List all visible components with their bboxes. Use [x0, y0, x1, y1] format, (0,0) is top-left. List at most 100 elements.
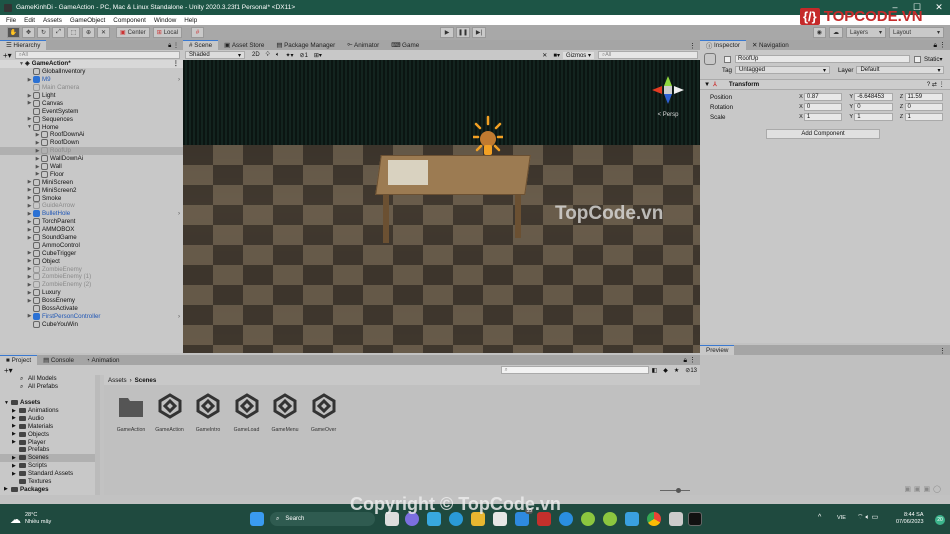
weather-icon[interactable]: ☁	[10, 513, 21, 526]
breadcrumb-assets[interactable]: Assets	[108, 377, 127, 384]
hierarchy-item[interactable]: ▶ RoofDownAi	[0, 131, 183, 139]
project-tree-item[interactable]: Textures	[0, 478, 100, 486]
object-name-input[interactable]: RoofUp	[735, 55, 910, 63]
tree-scrollbar[interactable]	[95, 375, 100, 495]
tab-project[interactable]: ■ Project	[0, 355, 38, 365]
pause-button[interactable]: ❚❚	[456, 27, 470, 38]
tray-chevron-icon[interactable]: ^	[818, 514, 821, 521]
scale-x-input[interactable]: 1	[803, 113, 843, 121]
app-green-icon[interactable]	[581, 512, 595, 526]
hierarchy-item[interactable]: ▶ CubeTrigger	[0, 249, 183, 257]
hierarchy-item[interactable]: ▶ Smoke	[0, 194, 183, 202]
preview-menu-icon[interactable]: ⋮	[935, 347, 950, 355]
expand-arrow-icon[interactable]: ▶	[12, 439, 19, 445]
expand-arrow-icon[interactable]: ▶	[26, 77, 33, 83]
menu-window[interactable]: Window	[154, 17, 176, 24]
close-button[interactable]: ✕	[928, 0, 950, 15]
expand-arrow-icon[interactable]: ▶	[26, 290, 33, 296]
shading-dropdown[interactable]: Shaded ▾	[185, 51, 245, 59]
move-tool-icon[interactable]: ✥	[22, 27, 35, 38]
favorites-icon[interactable]: ★	[671, 367, 682, 374]
snap-icon[interactable]: #	[191, 27, 205, 38]
tab-animation[interactable]: ◔ Animation	[80, 355, 126, 365]
hierarchy-item[interactable]: ▶ M9 ›	[0, 76, 183, 84]
position-z-input[interactable]: 11.59	[904, 93, 944, 101]
expand-arrow-icon[interactable]: ▼	[18, 61, 25, 67]
network-volume-battery-icons[interactable]: ⌔ 🔈︎ ▭	[857, 513, 878, 522]
chrome-icon[interactable]	[647, 512, 661, 526]
layers-dropdown[interactable]: Layers ▾	[846, 27, 886, 38]
hierarchy-item[interactable]: ▶ Object	[0, 257, 183, 265]
scale-tool-icon[interactable]: ⤢	[52, 27, 65, 38]
expand-arrow-icon[interactable]: ▶	[26, 282, 33, 288]
hierarchy-item[interactable]: ▶ GuideArrow	[0, 202, 183, 210]
hierarchy-item[interactable]: ▶ RoofUp	[0, 146, 183, 155]
expand-arrow-icon[interactable]: ▶	[12, 471, 19, 477]
expand-arrow-icon[interactable]: ▶	[26, 93, 33, 99]
expand-arrow-icon[interactable]: ▶	[26, 219, 33, 225]
active-checkbox[interactable]	[724, 55, 731, 63]
menu-edit[interactable]: Edit	[24, 17, 35, 24]
notification-badge[interactable]: 20	[935, 515, 945, 525]
search-by-label-icon[interactable]: ◆	[660, 367, 671, 374]
notepad-icon[interactable]	[625, 512, 639, 526]
expand-arrow-icon[interactable]: ▶	[26, 235, 33, 241]
language-indicator[interactable]: VIE	[837, 515, 846, 521]
paper-object[interactable]	[388, 160, 428, 185]
cloud-icon[interactable]: ☁	[829, 27, 843, 38]
hierarchy-item[interactable]: ▶ FirstPersonController ›	[0, 312, 183, 321]
hierarchy-item[interactable]: ▶ BulletHole ›	[0, 210, 183, 218]
tab-inspector[interactable]: ⓘ Inspector	[700, 40, 746, 50]
visibility-icon[interactable]: ⊘1	[297, 52, 311, 59]
asset-item[interactable]: GameLoad	[228, 393, 266, 433]
hierarchy-item[interactable]: ▶ WallDownAi	[0, 155, 183, 163]
hierarchy-search-input[interactable]: ⌕ All	[14, 51, 180, 59]
menu-gameobject[interactable]: GameObject	[70, 17, 105, 24]
tools-icon[interactable]: ✕	[539, 52, 550, 59]
expand-arrow-icon[interactable]: ▶	[26, 274, 33, 280]
browser-icon[interactable]	[559, 512, 573, 526]
scene-viewport[interactable]: < Persp TopCode.vn	[183, 60, 700, 353]
static-checkbox[interactable]	[914, 55, 921, 63]
scene-search-input[interactable]: ⌕ All	[598, 51, 698, 59]
hierarchy-item[interactable]: ▶ MiniScreen	[0, 178, 183, 186]
hierarchy-item[interactable]: ▶ RoofDown	[0, 139, 183, 147]
static-label[interactable]: Static	[924, 56, 939, 63]
transform-tool-icon[interactable]: ⊕	[82, 27, 95, 38]
light-bulb-icon[interactable]	[473, 115, 503, 165]
expand-arrow-icon[interactable]: ▶	[26, 211, 33, 217]
lighting-icon[interactable]: 💡︎	[263, 52, 273, 59]
orientation-gizmo[interactable]: < Persp	[648, 70, 688, 120]
expand-arrow-icon[interactable]: ▼	[4, 400, 11, 406]
hand-tool-icon[interactable]: ✋	[7, 27, 20, 38]
hierarchy-item[interactable]: EventSystem	[0, 107, 183, 115]
hierarchy-item[interactable]: ▶ Luxury	[0, 289, 183, 297]
tag-dropdown[interactable]: Untagged ▾	[734, 66, 830, 74]
project-tree-item[interactable]: Prefabs	[0, 446, 100, 454]
project-tree-item[interactable]: ▶ Animations	[0, 407, 100, 415]
tab-package-manager[interactable]: ▤ Package Manager	[270, 40, 341, 50]
tab-asset-store[interactable]: ▣ Asset Store	[218, 40, 270, 50]
expand-arrow-icon[interactable]: ▶	[34, 140, 41, 146]
expand-arrow-icon[interactable]: ▶	[34, 156, 41, 162]
expand-arrow-icon[interactable]: ▶	[34, 171, 41, 177]
tab-animator[interactable]: ⟜ Animator	[341, 40, 385, 50]
hierarchy-item[interactable]: GlobalInventory	[0, 68, 183, 76]
camera-icon[interactable]: ■▾	[550, 52, 563, 59]
hierarchy-item[interactable]: ▶ ZombieEnemy (2)	[0, 281, 183, 289]
project-tree-item[interactable]: ▶ Materials	[0, 422, 100, 430]
rotation-x-input[interactable]: 0	[803, 103, 843, 111]
create-button[interactable]: +▾	[3, 51, 12, 60]
hierarchy-item[interactable]: ▶ Wall	[0, 163, 183, 171]
scale-z-input[interactable]: 1	[904, 113, 944, 121]
expand-arrow-icon[interactable]: ▶	[12, 455, 19, 461]
project-tree-item[interactable]: ▶ Scenes	[0, 453, 100, 462]
project-tree-item[interactable]: ⌕ All Prefabs	[0, 383, 100, 391]
pivot-local-button[interactable]: ⊞ Local	[152, 27, 183, 38]
clock[interactable]: 8:44 SA 07/06/2023	[896, 512, 924, 526]
project-search-input[interactable]: ⌕	[500, 366, 649, 374]
project-tree-item[interactable]: ▶ Standard Assets	[0, 470, 100, 478]
tab-scene[interactable]: # Scene	[183, 40, 219, 50]
rotation-y-input[interactable]: 0	[854, 103, 893, 111]
collab-icon[interactable]: ◉	[812, 27, 826, 38]
